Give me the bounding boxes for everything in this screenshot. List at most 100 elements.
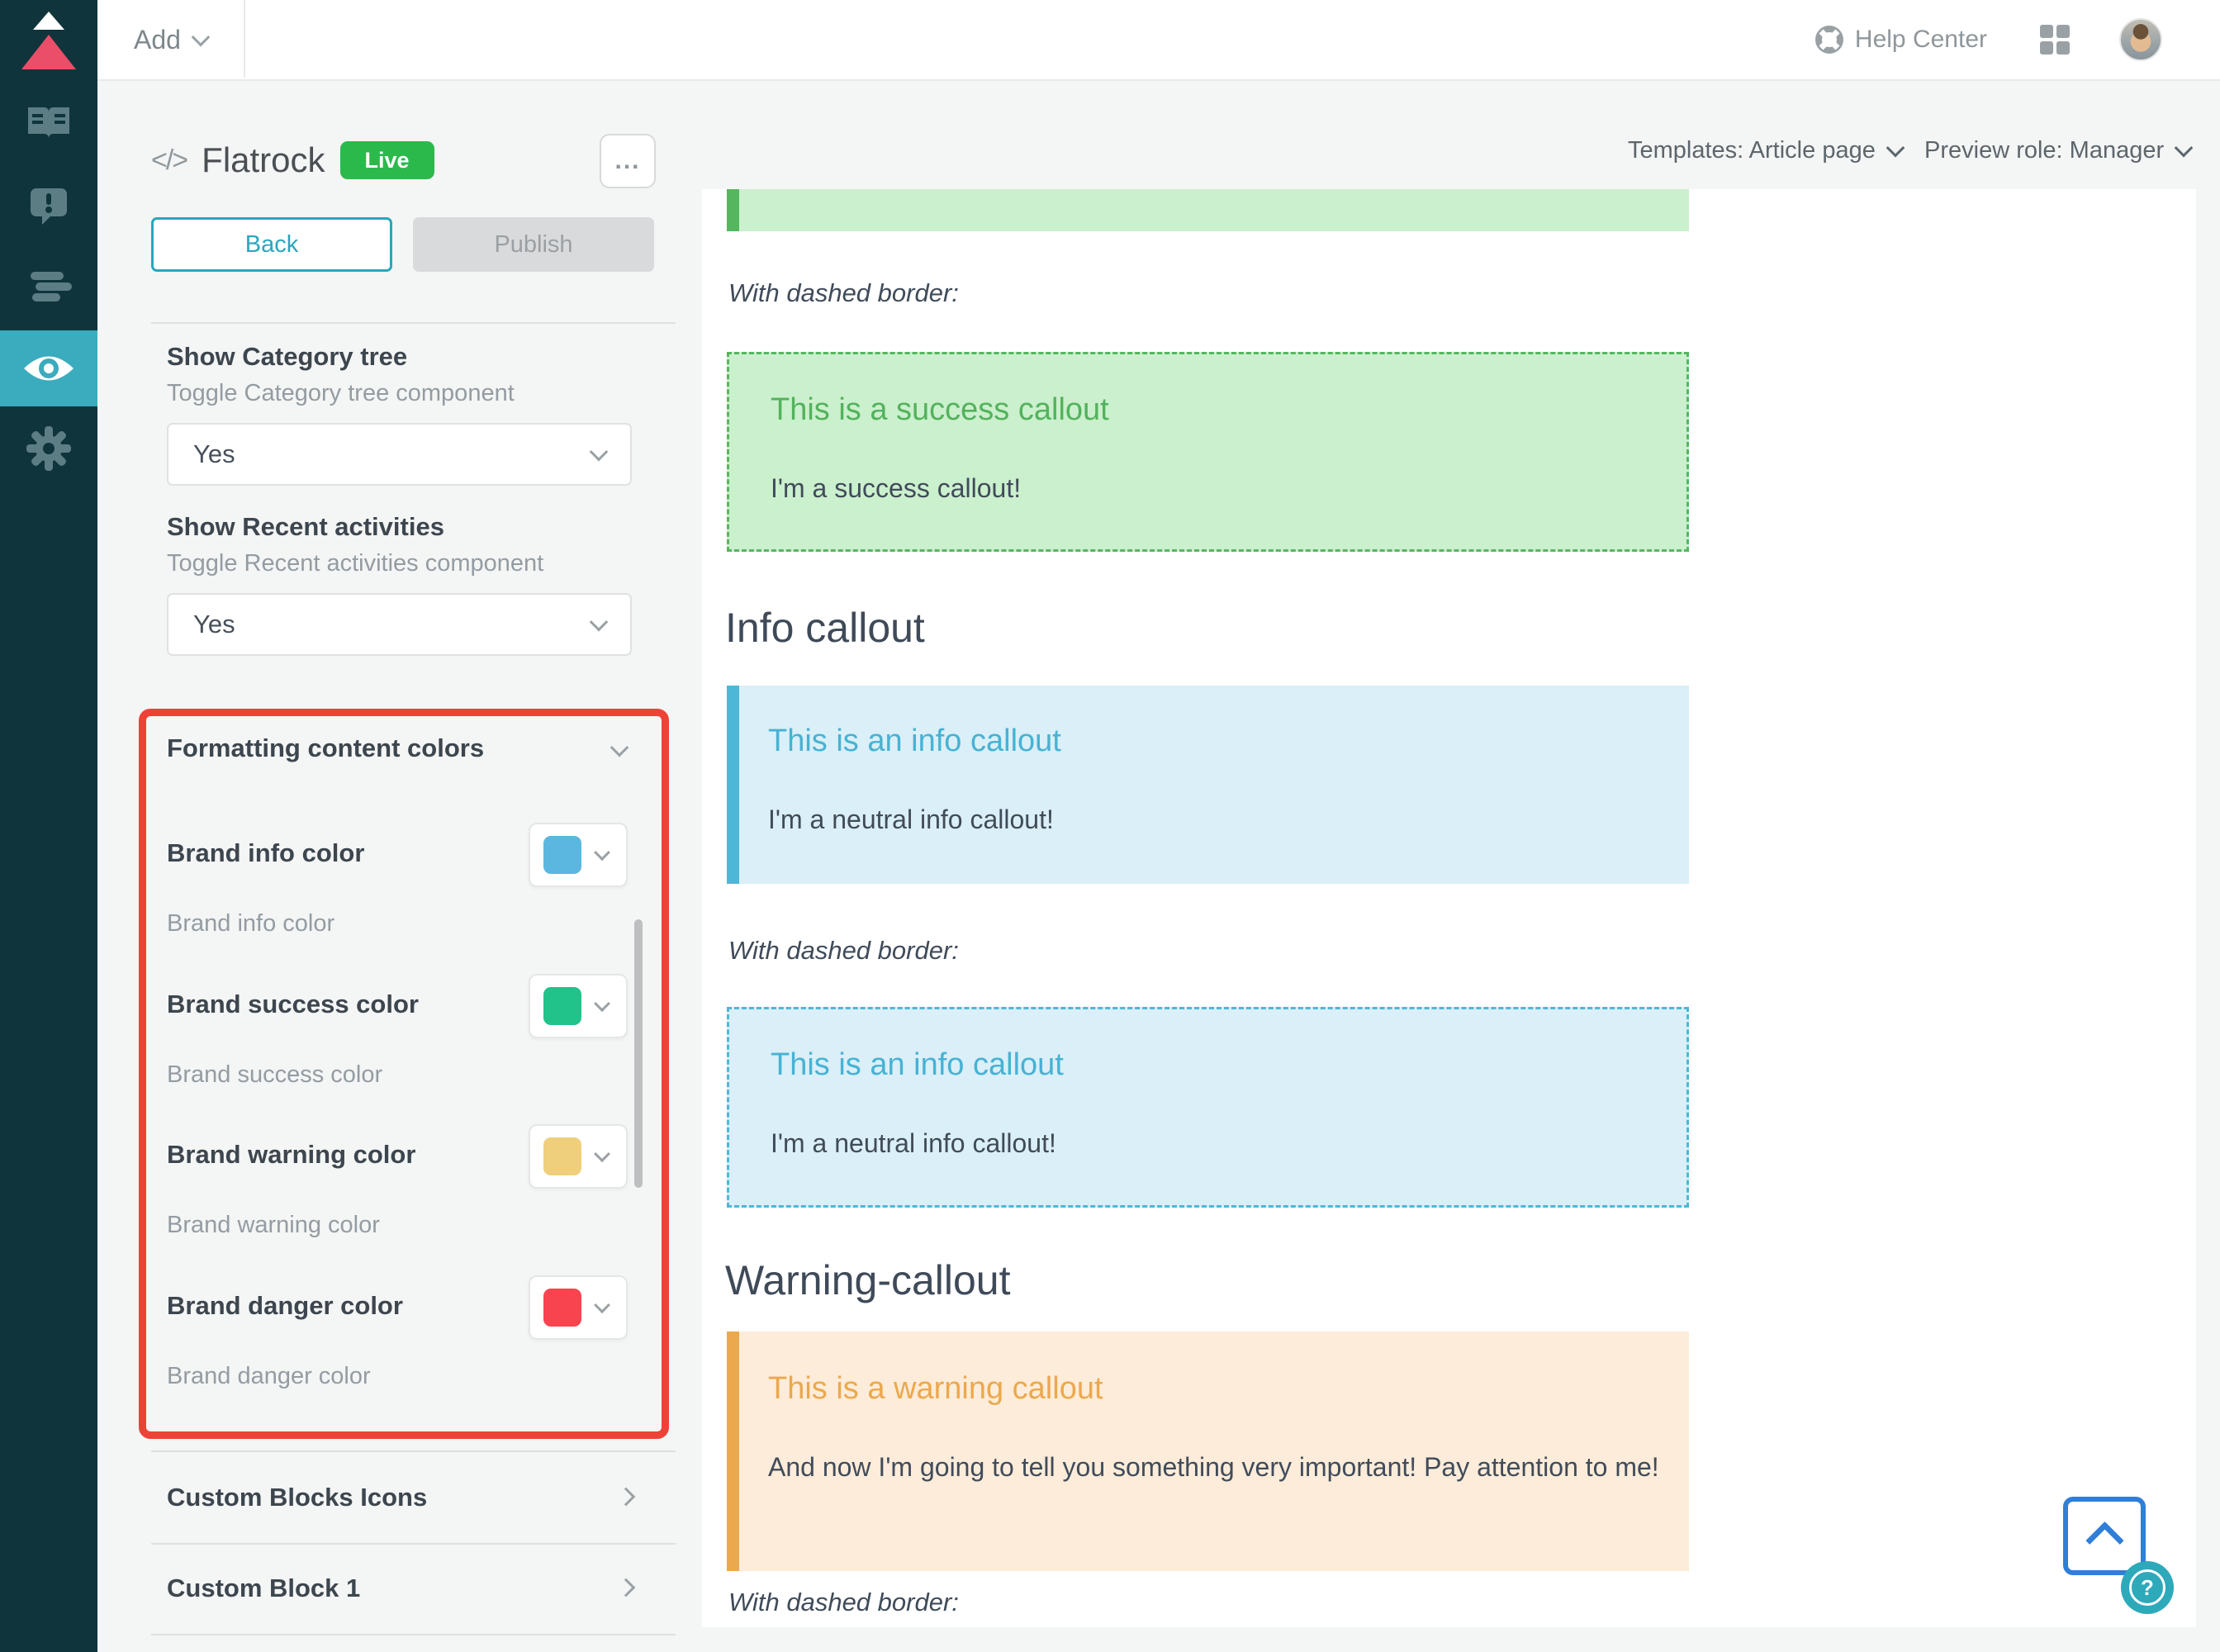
info-color-picker[interactable] [529, 823, 628, 887]
dashed-border-note: With dashed border: [728, 1588, 959, 1617]
live-status-badge: Live [340, 141, 434, 179]
panel-scrollbar[interactable] [634, 919, 643, 1188]
warning-section-heading: Warning-callout [725, 1256, 1011, 1304]
chevron-down-icon [594, 1146, 610, 1162]
chevron-up-icon [2085, 1521, 2124, 1560]
preview-role-dropdown-label: Preview role: Manager [1924, 137, 2164, 164]
theme-name: Flatrock [202, 140, 325, 180]
info-callout-dashed: This is an info callout I'm a neutral in… [727, 1007, 1689, 1208]
callout-body: I'm a neutral info callout! [768, 800, 1054, 839]
sidebar-item-settings[interactable] [0, 407, 97, 490]
chevron-down-icon [192, 28, 211, 47]
gear-icon [26, 425, 72, 472]
callout-accent-bar [727, 686, 739, 884]
chevron-down-icon [590, 443, 609, 462]
logo-triangle-big [21, 35, 76, 69]
comment-exclamation-icon [29, 187, 69, 226]
theme-more-options-button[interactable]: ... [600, 134, 656, 188]
panel-divider [151, 1450, 676, 1452]
callout-body: I'm a success callout! [771, 468, 1021, 508]
publish-button[interactable]: Publish [413, 217, 654, 272]
lifebuoy-icon [1815, 26, 1843, 54]
preview-page: With dashed border: This is a success ca… [702, 189, 2196, 1627]
help-center-link[interactable]: Help Center [1815, 26, 1987, 54]
chevron-down-icon [594, 995, 610, 1012]
chevron-down-icon [590, 613, 609, 632]
callout-title: This is a warning callout [768, 1371, 1103, 1407]
code-icon: </> [151, 145, 187, 177]
colors-section-title: Formatting content colors [167, 733, 484, 763]
chevron-right-icon [617, 1578, 636, 1597]
panel-divider [151, 1634, 676, 1635]
chevron-down-icon [594, 1297, 610, 1313]
recent-activities-select-value: Yes [193, 610, 592, 639]
color-label-info: Brand info color [167, 838, 364, 868]
callout-accent-bar [727, 1332, 739, 1571]
app-logo[interactable] [0, 0, 97, 79]
custom-block-1-link[interactable]: Custom Block 1 [167, 1574, 360, 1603]
custom-blocks-icons-link[interactable]: Custom Blocks Icons [167, 1483, 427, 1512]
info-section-heading: Info callout [725, 604, 925, 652]
color-label-success: Brand success color [167, 990, 419, 1019]
info-callout: This is an info callout I'm a neutral in… [727, 686, 1689, 884]
user-avatar[interactable] [2119, 18, 2162, 61]
category-tree-select[interactable]: Yes [167, 423, 632, 486]
callout-title: This is a success callout [771, 392, 1109, 428]
question-mark-icon: ? [2129, 1569, 2165, 1606]
warning-color-swatch [543, 1137, 581, 1175]
preview-role-dropdown[interactable]: Preview role: Manager [1924, 132, 2190, 169]
topbar-right-group: Help Center [1815, 0, 2162, 79]
chevron-down-icon [1886, 139, 1905, 158]
top-navigation-bar: Add Help Center [97, 0, 2220, 81]
success-color-swatch [543, 987, 581, 1025]
back-button[interactable]: Back [151, 217, 392, 272]
success-color-picker[interactable] [529, 974, 628, 1038]
setting-desc-category-tree: Toggle Category tree component [167, 380, 515, 407]
add-dropdown-label: Add [134, 25, 181, 55]
add-dropdown[interactable]: Add [134, 0, 207, 79]
color-desc-info: Brand info color [167, 910, 334, 938]
callout-title: This is an info callout [771, 1047, 1064, 1083]
warning-color-picker[interactable] [529, 1124, 628, 1189]
apps-grid-icon[interactable] [2038, 23, 2071, 56]
sidebar-item-preview[interactable] [0, 330, 97, 406]
recent-activities-select[interactable]: Yes [167, 593, 632, 656]
dashed-border-note: With dashed border: [728, 936, 959, 966]
theme-editor-app: Add Help Center [0, 0, 2220, 1652]
text-lines-icon [26, 270, 72, 303]
setting-label-category-tree: Show Category tree [167, 342, 407, 372]
success-callout-partial [727, 189, 1689, 231]
sidebar-item-articles[interactable] [0, 245, 97, 328]
color-label-warning: Brand warning color [167, 1140, 415, 1170]
theme-header: </> Flatrock Live [151, 134, 434, 187]
setting-label-recent-activities: Show Recent activities [167, 512, 444, 542]
warning-callout: This is a warning callout And now I'm go… [727, 1332, 1689, 1571]
sidebar-item-feedback[interactable] [0, 165, 97, 248]
info-color-swatch [543, 836, 581, 874]
sidebar-item-knowledge-base[interactable] [0, 83, 97, 165]
chevron-right-icon [617, 1488, 636, 1507]
scroll-to-top-button[interactable] [2063, 1497, 2146, 1575]
topbar-divider [244, 0, 245, 78]
help-center-label: Help Center [1855, 26, 1987, 54]
color-desc-success: Brand success color [167, 1061, 382, 1089]
panel-divider [151, 322, 676, 324]
callout-accent-bar [727, 189, 739, 231]
danger-color-picker[interactable] [529, 1275, 628, 1340]
templates-dropdown-label: Templates: Article page [1628, 137, 1876, 164]
dashed-border-note: With dashed border: [728, 278, 959, 308]
callout-body: I'm a neutral info callout! [771, 1123, 1056, 1163]
panel-divider [151, 1543, 676, 1545]
category-tree-select-value: Yes [193, 439, 592, 469]
callout-title: This is an info callout [768, 724, 1061, 759]
callout-body: And now I'm going to tell you something … [768, 1447, 1660, 1487]
chevron-down-icon [594, 844, 610, 861]
color-desc-warning: Brand warning color [167, 1212, 380, 1239]
book-icon [26, 105, 72, 143]
main-sidebar [0, 0, 97, 1652]
logo-triangle-small [33, 12, 64, 30]
danger-color-swatch [543, 1289, 581, 1327]
help-bubble-button[interactable]: ? [2121, 1561, 2174, 1614]
templates-dropdown[interactable]: Templates: Article page [1628, 132, 1902, 169]
chevron-down-icon [2175, 139, 2194, 158]
